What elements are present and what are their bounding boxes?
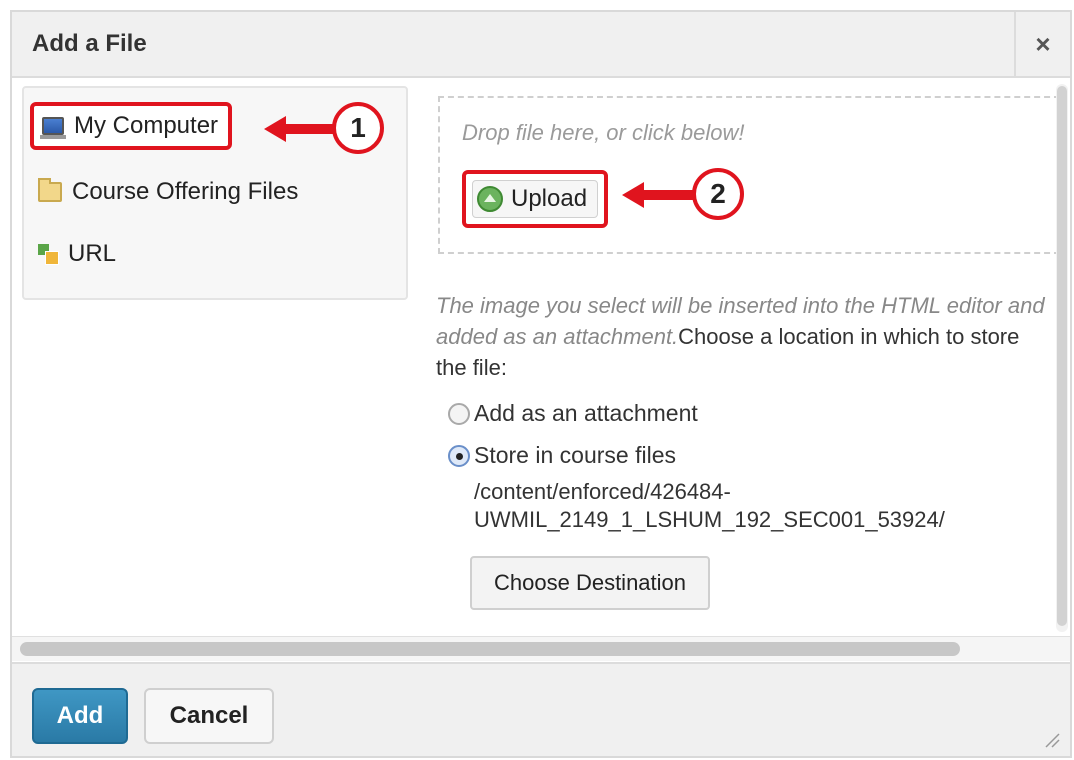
drop-zone[interactable]: Drop file here, or click below! Upload (438, 96, 1060, 254)
callout-badge-1: 1 (332, 102, 384, 154)
radio-label: Add as an attachment (474, 400, 698, 426)
source-label: Course Offering Files (72, 178, 299, 205)
upload-button[interactable]: Upload (472, 180, 599, 218)
upload-icon (477, 186, 503, 212)
close-icon: × (1035, 28, 1051, 59)
dialog-titlebar: Add a File × (12, 12, 1070, 78)
path-line-2: UWMIL_2149_1_LSHUM_192_SEC001_53924/ (474, 507, 945, 532)
add-button[interactable]: Add (32, 688, 128, 744)
radio-add-as-attachment[interactable]: Add as an attachment (448, 400, 698, 427)
folder-icon (38, 178, 62, 202)
radio-label: Store in course files (474, 442, 676, 468)
url-icon (38, 244, 59, 265)
radio-button[interactable] (448, 444, 470, 467)
resize-grip-icon[interactable] (1042, 730, 1060, 748)
destination-path: /content/enforced/426484- UWMIL_2149_1_L… (474, 478, 945, 534)
cancel-button[interactable]: Cancel (144, 688, 274, 744)
callout-arrow-1 (264, 116, 336, 142)
radio-button[interactable] (448, 402, 470, 425)
callout-arrow-2 (622, 182, 694, 208)
horizontal-scrollbar-thumb[interactable] (20, 642, 960, 656)
computer-icon (40, 117, 66, 139)
storage-info-text: The image you select will be inserted in… (436, 290, 1056, 383)
source-item-url[interactable]: URL (38, 240, 116, 268)
choose-destination-button[interactable]: Choose Destination (470, 556, 711, 610)
add-file-dialog: Add a File × My Computer Course Offering… (10, 10, 1072, 758)
close-button[interactable]: × (1014, 12, 1070, 76)
source-label: URL (68, 240, 117, 267)
radio-store-in-course-files[interactable]: Store in course files (448, 442, 676, 469)
vertical-scrollbar-thumb[interactable] (1057, 86, 1067, 626)
horizontal-scrollbar[interactable] (12, 636, 1070, 661)
callout-badge-2: 2 (692, 168, 744, 220)
dialog-title: Add a File (32, 30, 147, 57)
source-item-my-computer[interactable]: My Computer (30, 102, 233, 150)
upload-highlight: Upload (462, 170, 609, 228)
dialog-content: My Computer Course Offering Files URL 1 … (12, 78, 1070, 660)
upload-label: Upload (511, 185, 588, 212)
source-label: My Computer (74, 112, 219, 139)
source-item-course-offering-files[interactable]: Course Offering Files (38, 178, 298, 206)
drop-hint: Drop file here, or click below! (462, 120, 745, 145)
vertical-scrollbar[interactable] (1056, 84, 1068, 632)
path-line-1: /content/enforced/426484- (474, 479, 731, 504)
dialog-footer: Add Cancel (12, 662, 1070, 756)
